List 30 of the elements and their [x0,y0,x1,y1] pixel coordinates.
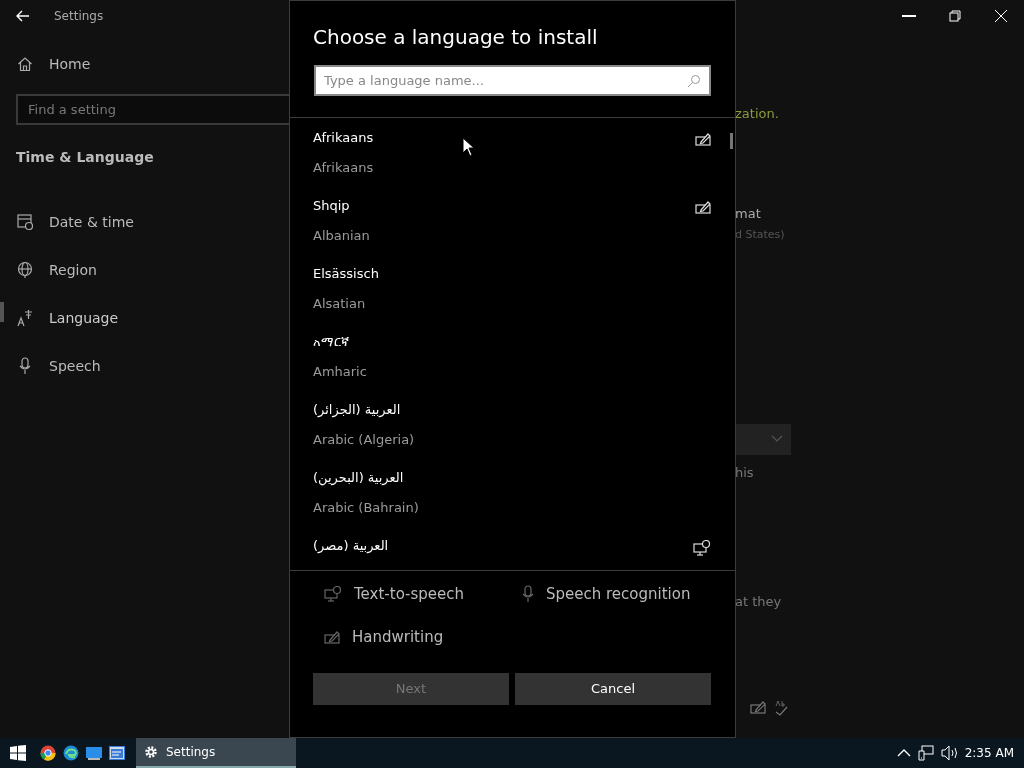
language-native-name: العربية (البحرين) [313,469,405,488]
language-english-name: Amharic [313,362,367,381]
link-text[interactable]: zation. [735,104,779,124]
language-native-name: Afrikaans [313,129,374,147]
language-english-name: Arabic (Algeria) [313,430,415,449]
language-native-name: አማርኛ [313,333,350,351]
dialog-button[interactable]: Cancel [515,673,711,705]
legend-label: Handwriting [352,626,444,648]
language-english-name: Alsatian [313,294,367,313]
setting-label: mat [735,204,761,223]
dialog-title: Choose a language to install [313,24,599,51]
language-english-name: Albanian [313,226,370,245]
language-native-name: Shqip [313,197,351,215]
language-native-name: العربية (مصر) [313,537,389,555]
setting-value: d States) [735,227,785,243]
language-native-name: Elsässisch [313,265,379,283]
clock-text[interactable]: 2:35 AM [964,744,1014,762]
language-native-name: العربية (الجزائر) [313,401,402,420]
language-english-name: Arabic (Bahrain) [313,498,419,517]
legend-label: Text-to-speech [354,584,465,605]
language-english-name: Afrikaans [313,158,374,177]
window-title: Settings [54,8,104,25]
section-heading: Time & Language [16,148,155,167]
description-text: his [735,463,754,482]
taskbar-button[interactable]: Settings [136,738,296,768]
legend-label: Speech recognition [546,584,691,605]
language-search-field[interactable]: Type a language name... [314,65,711,96]
language-option[interactable]: العربية (مصر) [290,526,735,570]
home-link[interactable]: Home [0,46,300,82]
description-text: at they [735,593,782,611]
